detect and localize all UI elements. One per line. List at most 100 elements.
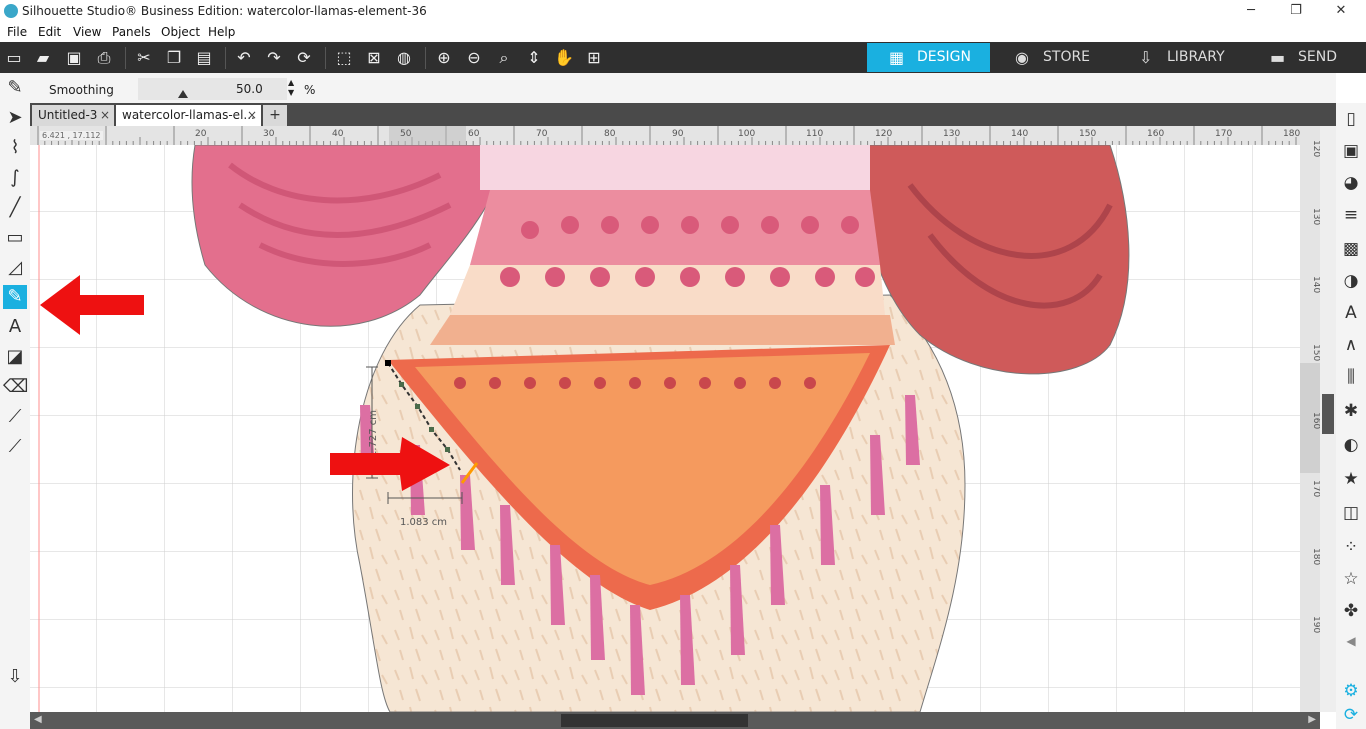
deselect-icon[interactable]: ⊠ xyxy=(364,48,384,68)
eyedropper-icon[interactable]: ⟋ xyxy=(3,435,27,459)
menu-bar: File Edit View Panels Object Help xyxy=(0,23,1366,42)
zoom-fit-icon[interactable]: ⊞ xyxy=(584,48,604,68)
knife-blade-icon[interactable]: ⟋ xyxy=(3,405,27,429)
doc-tab-label: Untitled-3 xyxy=(38,108,98,122)
right-ruler-ticks: 120 130 140 150 160 170 180 190 xyxy=(1300,140,1321,633)
redraw-icon[interactable]: ⟳ xyxy=(294,48,314,68)
tab-design[interactable]: ▦ DESIGN xyxy=(867,43,990,72)
menu-help[interactable]: Help xyxy=(208,25,235,39)
settings-gear-icon[interactable]: ⚙ xyxy=(1339,679,1363,703)
menu-edit[interactable]: Edit xyxy=(38,25,61,39)
bezier-icon[interactable]: ∫ xyxy=(3,166,27,190)
restore-button[interactable]: ❐ xyxy=(1281,2,1311,20)
puzzle-icon[interactable]: ✤ xyxy=(1339,599,1363,623)
redo-icon[interactable]: ↷ xyxy=(264,48,284,68)
panel-scroll-icon[interactable]: ◀ xyxy=(1339,629,1363,653)
horizontal-scrollbar[interactable]: ◀ ▶ xyxy=(30,712,1320,729)
cut-icon[interactable]: ✂ xyxy=(134,48,154,68)
tab-store[interactable]: ◉ STORE xyxy=(993,43,1115,72)
design-canvas[interactable]: 1.727 cm 1.083 cm xyxy=(30,145,1300,712)
sketch-icon[interactable]: ∧ xyxy=(1339,333,1363,357)
line-style-icon[interactable]: ≡ xyxy=(1339,203,1363,227)
ruler-label: 30 xyxy=(263,129,275,139)
save-icon[interactable]: ▣ xyxy=(64,48,84,68)
smoothing-value-input[interactable] xyxy=(231,78,287,100)
eraser-icon[interactable]: ⌫ xyxy=(3,375,28,399)
scroll-left-icon[interactable]: ◀ xyxy=(34,714,42,725)
sync-icon[interactable]: ⟳ xyxy=(1339,703,1363,727)
pixscan-icon[interactable]: ▣ xyxy=(1339,139,1363,163)
new-tab-button[interactable]: + xyxy=(263,105,287,126)
ruler-label: 190 xyxy=(1311,616,1320,633)
point-edit-icon[interactable]: ⌇ xyxy=(3,136,27,160)
undo-icon[interactable]: ↶ xyxy=(234,48,254,68)
tool-highlight-arrow xyxy=(40,275,144,335)
rhinestone-icon[interactable]: ⁘ xyxy=(1339,535,1363,559)
replicate-icon[interactable]: ☆ xyxy=(1339,567,1363,591)
decrement-icon[interactable]: ▼ xyxy=(288,88,298,98)
fit-to-page-icon[interactable]: ⇕ xyxy=(524,48,544,68)
pan-hand-icon[interactable]: ✋ xyxy=(554,48,574,68)
ruler-label: 60 xyxy=(468,129,480,139)
menu-object[interactable]: Object xyxy=(161,25,200,39)
zoom-select-icon[interactable]: ⌕ xyxy=(494,48,514,68)
trace-icon[interactable]: ◫ xyxy=(1339,501,1363,525)
tab-send[interactable]: ▬ SEND xyxy=(1248,43,1366,72)
paste-icon[interactable]: ▤ xyxy=(194,48,214,68)
ruler-label: 160 xyxy=(1311,412,1320,429)
zoom-out-icon[interactable]: ⊖ xyxy=(464,48,484,68)
vertical-scrollbar[interactable] xyxy=(1320,126,1336,712)
line-tool-icon[interactable]: ╱ xyxy=(3,196,27,220)
rectangle-tool-icon[interactable]: ▭ xyxy=(3,226,27,250)
tab-watercolor-llamas[interactable]: watercolor-llamas-el... × xyxy=(116,105,261,126)
menu-view[interactable]: View xyxy=(73,25,101,39)
ruler-label: 120 xyxy=(875,129,892,139)
tab-library[interactable]: ⇩ LIBRARY xyxy=(1117,43,1246,72)
tab-library-label: LIBRARY xyxy=(1167,49,1225,65)
smoothing-stepper[interactable]: ▲ ▼ xyxy=(288,78,298,100)
tool-options-bar: Smoothing ▲▼ % xyxy=(30,73,1336,103)
select-pointer-icon[interactable]: ➤ xyxy=(3,106,27,130)
increment-icon[interactable]: ▲ xyxy=(288,78,298,88)
canvas-artwork: 1.727 cm 1.083 cm xyxy=(30,145,1300,712)
fill-pattern-icon[interactable]: ▩ xyxy=(1339,237,1363,261)
select-by-color-icon[interactable]: ◍ xyxy=(394,48,414,68)
close-tab-icon[interactable]: × xyxy=(247,105,257,126)
new-file-icon[interactable]: ▭ xyxy=(4,48,24,68)
window-title: Silhouette Studio® Business Edition: wat… xyxy=(22,4,427,18)
page-setup-icon[interactable]: ▯ xyxy=(1339,107,1363,131)
polygon-tool-icon[interactable]: ◿ xyxy=(3,256,27,280)
ruler-label: 150 xyxy=(1079,129,1096,139)
sketch-pen-icon[interactable]: ✎ xyxy=(3,76,27,100)
modify-icon[interactable]: ◐ xyxy=(1339,433,1363,457)
toolbar-divider xyxy=(125,47,126,69)
offset-icon[interactable]: ★ xyxy=(1339,467,1363,491)
zoom-in-icon[interactable]: ⊕ xyxy=(434,48,454,68)
open-folder-icon[interactable]: ▰ xyxy=(33,48,53,68)
slider-thumb[interactable] xyxy=(178,90,188,98)
select-all-icon[interactable]: ⬚ xyxy=(334,48,354,68)
vertical-scroll-thumb[interactable] xyxy=(1322,394,1334,434)
right-ruler: 120 130 140 150 160 170 180 190 xyxy=(1300,126,1321,712)
horizontal-scroll-thumb[interactable] xyxy=(561,714,748,727)
print-icon[interactable]: ⎙ xyxy=(94,48,114,68)
freehand-drawing-icon[interactable]: ✎ xyxy=(3,285,27,309)
close-button[interactable]: ✕ xyxy=(1326,2,1356,20)
tab-untitled-3[interactable]: Untitled-3 × xyxy=(32,105,114,126)
import-panel-icon[interactable]: ⇩ xyxy=(3,665,27,689)
menu-panels[interactable]: Panels xyxy=(112,25,151,39)
text-style-icon[interactable]: A xyxy=(1339,301,1363,325)
minimize-button[interactable]: ─ xyxy=(1236,2,1266,20)
text-tool-icon[interactable]: A xyxy=(3,315,27,339)
transform-icon[interactable]: ✱ xyxy=(1339,399,1363,423)
align-icon[interactable]: ⫼ xyxy=(1339,365,1363,389)
fill-color-icon[interactable]: ◕ xyxy=(1339,171,1363,195)
close-tab-icon[interactable]: × xyxy=(100,105,110,126)
app-logo-icon xyxy=(4,4,18,18)
copy-icon[interactable]: ❐ xyxy=(164,48,184,68)
scroll-right-icon[interactable]: ▶ xyxy=(1308,714,1316,725)
ruler-label: 120 xyxy=(1311,140,1320,157)
knife-tool-icon[interactable]: ◪ xyxy=(3,345,27,369)
menu-file[interactable]: File xyxy=(7,25,27,39)
gradient-icon[interactable]: ◑ xyxy=(1339,269,1363,293)
